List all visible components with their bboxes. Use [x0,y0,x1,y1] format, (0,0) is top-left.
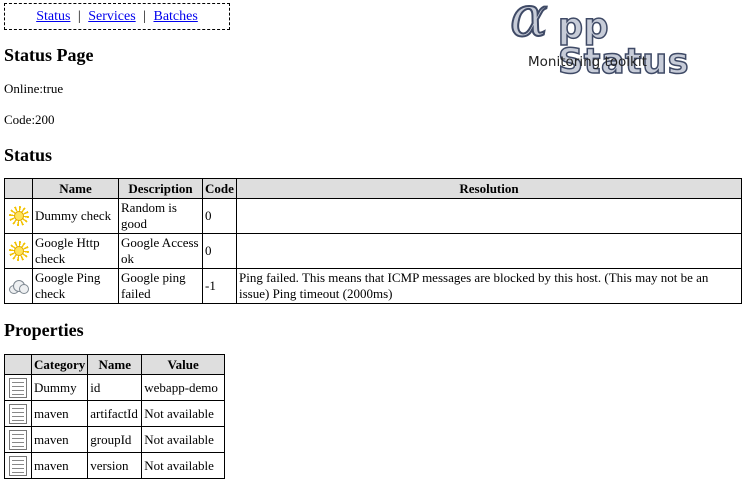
status-table: Name Description Code Resolution Dummy c… [4,178,742,304]
logo-tagline: Monitoring toolkit [528,54,647,70]
table-row: Dummy id webapp-demo [4,374,225,401]
check-resolution [236,233,742,269]
top-nav: Status | Services | Batches [4,3,230,30]
property-value: webapp-demo [141,374,225,401]
property-category: maven [30,426,89,453]
table-row: maven version Not available [4,452,225,479]
app-logo: α pp Status Monitoring toolkit [508,0,744,80]
column-header-name: Name [87,354,143,375]
nav-link-batches[interactable]: Batches [153,9,197,24]
column-header-resolution: Resolution [236,178,742,199]
document-icon [9,455,27,476]
column-header-description: Description [118,178,203,199]
nav-separator: | [143,9,146,24]
document-icon [9,403,27,424]
check-description: Google Access ok [118,233,203,269]
properties-heading: Properties [4,320,84,340]
nav-link-status[interactable]: Status [36,9,70,24]
sun-icon [8,206,29,226]
document-icon [9,377,27,398]
table-row: Google Ping check Google ping failed -1 … [4,268,742,304]
status-code: Code:200 [4,112,55,127]
check-resolution [236,198,742,234]
check-name: Dummy check [32,198,119,234]
nav-separator: | [77,9,81,24]
property-name: version [87,452,143,479]
property-value: Not available [141,426,225,453]
table-row: Google Http check Google Access ok 0 [4,233,742,269]
online-status: Online:true [4,81,64,96]
column-header-value: Value [141,354,225,375]
page-title: Status Page [4,45,94,65]
check-description: Random is good [118,198,203,234]
check-code: 0 [202,198,237,234]
status-heading: Status [4,145,53,165]
column-header-category: Category [30,354,89,375]
property-category: maven [30,400,89,427]
check-name: Google Http check [32,233,119,269]
column-header-name: Name [32,178,119,199]
property-name: artifactId [87,400,143,427]
property-category: Dummy [30,374,89,401]
check-resolution: Ping failed. This means that ICMP messag… [236,268,742,304]
property-value: Not available [141,400,225,427]
table-header-row: Name Description Code Resolution [4,178,742,199]
column-header-code: Code [202,178,237,199]
check-code: 0 [202,233,237,269]
properties-table: Category Name Value Dummy id webapp-demo… [4,354,225,479]
logo-alpha-glyph: α [509,0,549,50]
nav-link-services[interactable]: Services [88,9,135,24]
table-row: maven groupId Not available [4,426,225,453]
check-description: Google ping failed [118,268,203,304]
column-header-icon [4,354,32,375]
column-header-icon [4,178,33,199]
table-row: maven artifactId Not available [4,400,225,427]
property-name: id [87,374,143,401]
table-row: Dummy check Random is good 0 [4,198,742,234]
check-code: -1 [202,268,237,304]
property-name: groupId [87,426,143,453]
document-icon [9,429,27,450]
property-category: maven [30,452,89,479]
check-name: Google Ping check [32,268,119,304]
sun-icon [8,241,29,261]
property-value: Not available [141,452,225,479]
table-header-row: Category Name Value [4,354,225,375]
cloud-icon [8,279,30,295]
